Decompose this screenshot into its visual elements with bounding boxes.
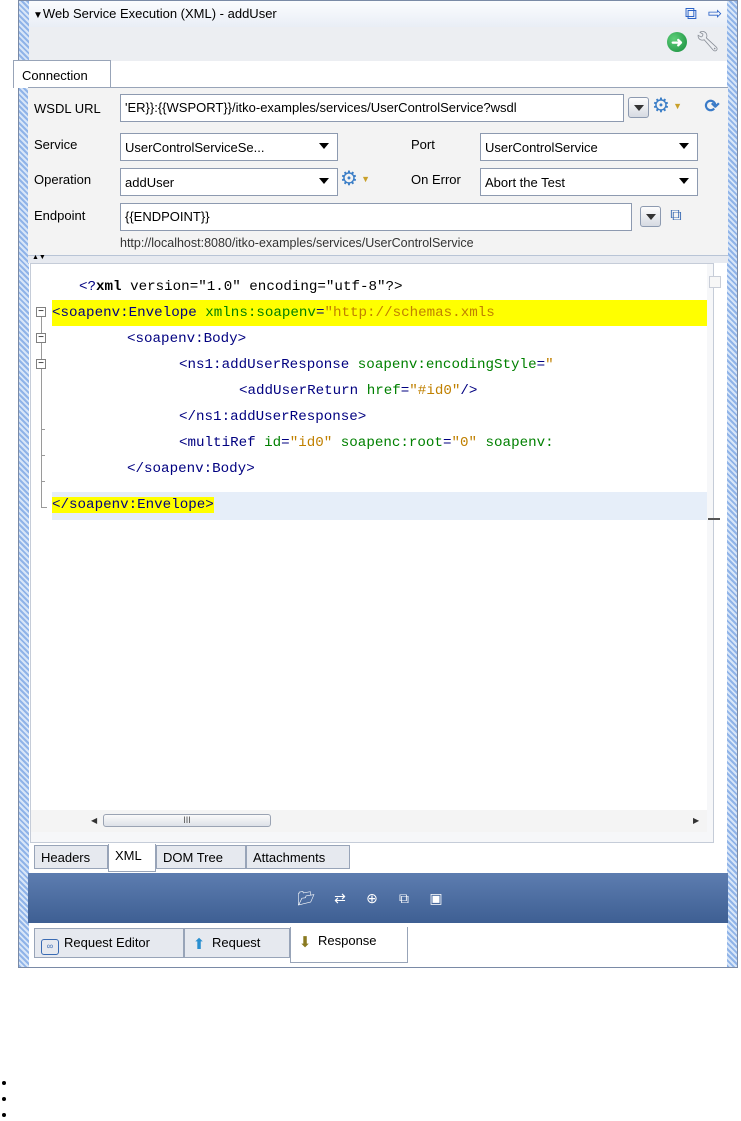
tab-attachments[interactable]: Attachments <box>246 845 350 869</box>
tab-dom-tree[interactable]: DOM Tree <box>156 845 246 869</box>
tab-xml[interactable]: XML <box>108 844 156 872</box>
detach-window-icon[interactable]: ⧉ <box>681 4 701 24</box>
code-line: </soapenv:Body> <box>127 461 255 477</box>
swap-arrows-icon[interactable]: ⇄ <box>330 889 350 907</box>
bullet-dot <box>2 1081 6 1085</box>
copy-endpoint-icon[interactable]: ⧉ <box>666 206 686 226</box>
xml-editor[interactable]: − − − <?xml version="1.0" encoding="utf-… <box>31 264 707 810</box>
copy-icon[interactable]: ⧉ <box>394 889 414 907</box>
operation-select[interactable]: addUser <box>120 168 338 196</box>
chevron-down-icon <box>319 143 329 149</box>
wsdl-url-label: WSDL URL <box>34 101 101 116</box>
endpoint-field[interactable]: {{ENDPOINT}} <box>120 203 632 231</box>
add-assertion-icon[interactable]: ⊕ <box>362 889 382 907</box>
splitter-arrows-icon[interactable]: ▲▼ <box>32 254 46 261</box>
code-line: <multiRef id="id0" soapenc:root="0" soap… <box>179 435 554 451</box>
splitter-bar[interactable] <box>28 255 728 263</box>
title-bar: ▼Web Service Execution (XML) - addUser ⧉… <box>29 1 727 28</box>
service-label: Service <box>34 137 78 152</box>
fold-toggle-envelope[interactable]: − <box>36 307 46 317</box>
endpoint-label: Endpoint <box>34 208 86 223</box>
open-folder-icon[interactable]: 📂︎ <box>296 889 316 907</box>
operation-gear-icon[interactable]: ⚙ ▼ <box>340 168 370 190</box>
tab-request-editor[interactable]: ∞ Request Editor <box>34 928 184 958</box>
right-border-stripe <box>727 1 737 967</box>
code-line: </ns1:addUserResponse> <box>179 409 367 425</box>
save-icon[interactable]: ▣ <box>426 889 446 907</box>
run-step-icon[interactable]: ➜ <box>667 32 687 52</box>
wrench-icon[interactable]: 🔧︎ <box>695 30 720 54</box>
tab-request[interactable]: ⬆ Request <box>184 928 290 958</box>
window-title[interactable]: ▼Web Service Execution (XML) - addUser <box>33 6 277 21</box>
response-action-bar: 📂︎ ⇄ ⊕ ⧉ ▣ <box>28 873 728 923</box>
tab-connection[interactable]: Connection <box>13 60 111 88</box>
operation-label: Operation <box>34 172 92 187</box>
collapse-triangle-icon[interactable]: ▼ <box>33 10 43 21</box>
wsdl-url-dropdown-button[interactable] <box>628 97 649 118</box>
chevron-down-icon <box>679 143 689 149</box>
code-line: <soapenv:Body> <box>127 331 247 347</box>
up-arrow-icon: ⬆ <box>192 936 206 953</box>
endpoint-dropdown-button[interactable] <box>640 206 661 227</box>
code-line-highlighted: <soapenv:Envelope xmlns:soapenv="http://… <box>52 300 707 326</box>
scroll-left-icon[interactable]: ◀ <box>91 816 97 825</box>
bullet-dot <box>2 1097 6 1101</box>
endpoint-resolved-url: http://localhost:8080/itko-examples/serv… <box>120 236 474 250</box>
fold-guide <box>41 507 47 508</box>
connection-panel: WSDL URL 'ER}}:{{WSPORT}}/itko-examples/… <box>28 87 728 256</box>
step-toolbar: ➜ 🔧︎ <box>29 27 727 61</box>
tab-response[interactable]: ⬇ Response <box>290 927 408 963</box>
arrow-right-icon[interactable]: ⇨ <box>705 4 725 24</box>
editor-corner-box <box>709 276 721 288</box>
code-line-current: </soapenv:Envelope> <box>52 492 707 520</box>
request-editor-icon: ∞ <box>41 939 59 955</box>
chevron-down-icon <box>679 178 689 184</box>
refresh-icon[interactable]: ⟳ <box>702 96 722 116</box>
port-label: Port <box>411 137 435 152</box>
horizontal-scrollbar[interactable]: ◀ III ▶ <box>31 810 707 832</box>
wsdl-gear-icon[interactable]: ⚙ ▼ <box>652 95 682 117</box>
code-line: <?xml version="1.0" encoding="utf-8"?> <box>79 279 403 295</box>
code-line: <ns1:addUserResponse soapenv:encodingSty… <box>179 357 554 373</box>
bullet-dot <box>2 1113 6 1117</box>
on-error-select[interactable]: Abort the Test <box>480 168 698 196</box>
port-select[interactable]: UserControlService <box>480 133 698 161</box>
down-arrow-icon: ⬇ <box>298 934 312 951</box>
chevron-down-icon <box>319 178 329 184</box>
on-error-label: On Error <box>411 172 461 187</box>
scroll-right-icon[interactable]: ▶ <box>693 816 699 825</box>
scrollbar-thumb[interactable]: III <box>103 814 271 827</box>
service-select[interactable]: UserControlServiceSe... <box>120 133 338 161</box>
code-line: <addUserReturn href="#id0"/> <box>239 383 478 399</box>
editor-marker <box>708 518 720 520</box>
wsdl-url-field[interactable]: 'ER}}:{{WSPORT}}/itko-examples/services/… <box>120 94 624 122</box>
tab-headers[interactable]: Headers <box>34 845 108 869</box>
